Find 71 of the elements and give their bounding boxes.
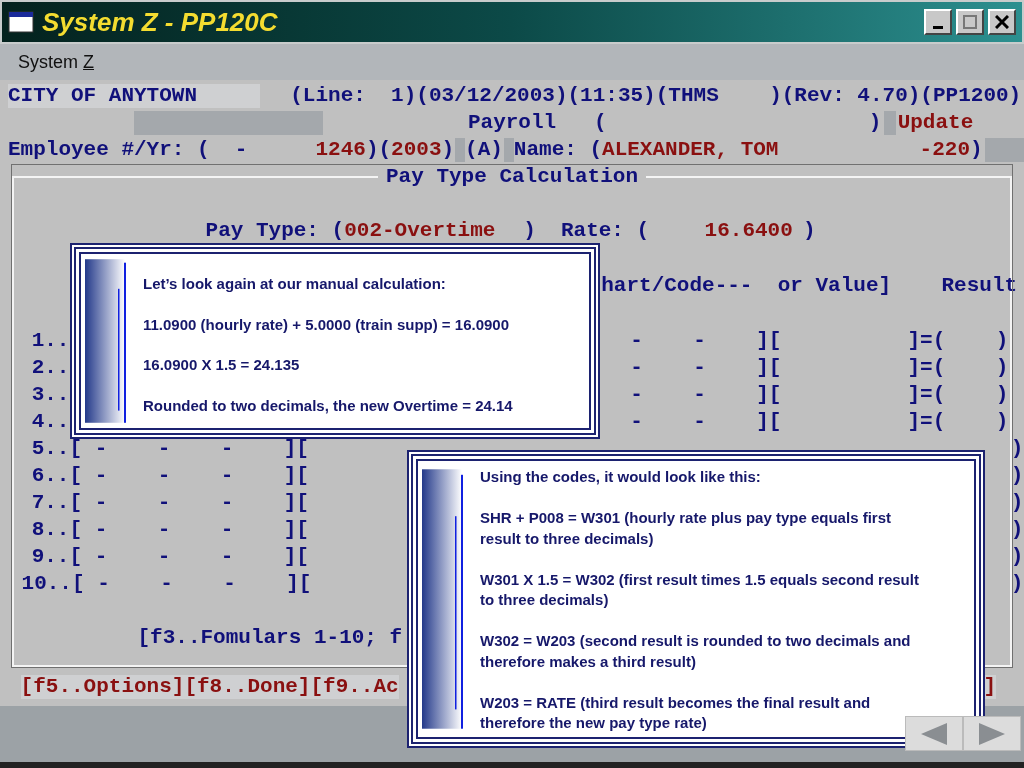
row-text: ) (1010, 543, 1024, 570)
blank-field[interactable] (455, 137, 466, 162)
screen-text: Name: ( (513, 137, 603, 162)
row-text: - - ][ ]=( ) (630, 327, 1009, 354)
screen-text: Payroll ( (467, 110, 607, 135)
row-text: 5..[ - - - ][ (31, 435, 309, 462)
close-button[interactable] (988, 9, 1016, 35)
callout-text: Rounded to two decimals, the new Overtime = 24.14 (143, 395, 513, 416)
window-title: System Z - PP120C (42, 5, 278, 39)
blank-field[interactable] (883, 110, 897, 135)
row-text: 1.. (31, 327, 70, 354)
blank-field[interactable] (134, 110, 324, 135)
field-text: ) Rate: ( (523, 218, 650, 243)
screen-text: Update (897, 110, 974, 135)
screen-text: ) (868, 110, 882, 135)
callout-text: SHR + P008 = W301 (hourly rate plus pay type equals first result to three decimals) (480, 508, 892, 549)
field-text: Pay Type: ( (205, 218, 345, 243)
screen-text: (Line: 1)(03/12/2003)(11:35)(THMS )(Rev: 4.70)(PP1200) (290, 83, 1022, 108)
row-text: ) (1010, 462, 1024, 489)
row-text: 4.. (31, 408, 70, 435)
row-text: ) (1010, 570, 1024, 597)
screen-text: CITY OF ANYTOWN (8, 83, 261, 108)
callout-text: W302 = W203 (second result is rounded to two decimals and therefore makes a third result) (480, 631, 912, 672)
row-text: 2.. (31, 354, 70, 381)
row-text: ) (1010, 435, 1024, 462)
window-icon (8, 11, 34, 33)
row-text: - - ][ ]=( ) (630, 381, 1009, 408)
callout-text: Using the codes, it would look like this: (480, 467, 762, 487)
callout-text: Let’s look again at our manual calculation: (143, 274, 447, 294)
next-button[interactable] (963, 716, 1021, 751)
key-hint: [f3..Fomulars 1-10; f (137, 624, 403, 651)
row-text: ) (1010, 516, 1024, 543)
field-text: 002-Overtime (344, 218, 496, 243)
right-arrow-icon (977, 721, 1007, 746)
screen-text: -220 (919, 137, 970, 162)
screen-text: 2003 (391, 137, 442, 162)
column-header: hart/Code--- or Value] Result (601, 272, 1018, 299)
menu-item[interactable]: System Z (18, 48, 94, 76)
row-text: - - ][ ]=( ) (630, 354, 1009, 381)
row-text: 6..[ - - - ][ (31, 462, 309, 489)
field-text: ) (802, 218, 816, 243)
screen-text: 1246 (315, 137, 366, 162)
callout-text: 11.0900 (hourly rate) + 5.0000 (train supp) = 16.0900 (143, 314, 511, 335)
field-text: 16.6400 (704, 218, 793, 243)
section-title: Pay Type Calculation (384, 165, 639, 189)
row-text: 3.. (31, 381, 70, 408)
left-arrow-icon (919, 721, 949, 746)
row-text: ) (1010, 489, 1024, 516)
maximize-icon (963, 15, 977, 29)
row-text: - - ][ ]=( ) (630, 408, 1009, 435)
screen-text: ALEXANDER, TOM (602, 137, 779, 162)
previous-button[interactable] (905, 716, 963, 751)
row-text: 7..[ - - - ][ (31, 489, 309, 516)
minimize-button[interactable] (924, 9, 952, 35)
screen-text: (A) (465, 137, 503, 162)
row-text: 9..[ - - - ][ (31, 543, 309, 570)
screen-text: Employee #/Yr: ( - (8, 137, 248, 162)
screen-text: ) (441, 137, 455, 162)
blank-field[interactable] (504, 137, 514, 162)
row-text: 10..[ - - - ][ (21, 570, 312, 597)
callout-text: W301 X 1.5 = W302 (first result times 1.5 equals second result to three decimals) (480, 569, 920, 610)
screen-text: ) (970, 137, 983, 162)
function-keys: [f5..Options][f8..Done][f9..Ac (20, 674, 399, 699)
callout-text: 16.0900 X 1.5 = 24.135 (143, 355, 301, 375)
blank-field[interactable] (985, 137, 1024, 162)
maximize-button[interactable] (956, 9, 984, 35)
minimize-icon (933, 25, 943, 29)
screen-text: )( (365, 137, 392, 162)
callout-text: W203 = RATE (third result becomes the final result and therefore the new pay type rate) (480, 692, 872, 733)
row-text: 8..[ - - - ][ (31, 516, 309, 543)
close-icon (995, 15, 1009, 29)
